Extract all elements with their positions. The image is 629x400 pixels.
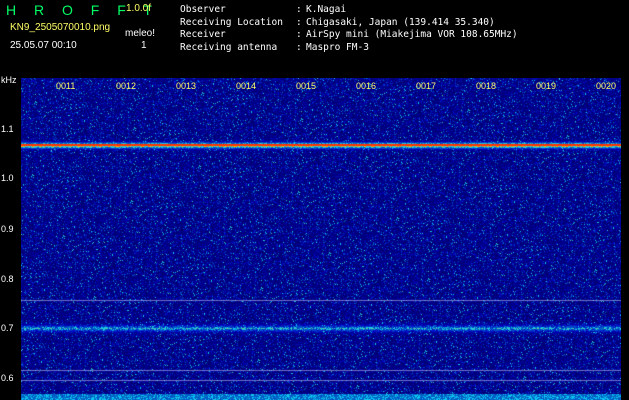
info-key: Receiver (180, 29, 226, 40)
time-tick: 0011 (56, 81, 76, 91)
info-colon: : (296, 29, 302, 40)
station-info: Observer: K.Nagai Receiving Location: Chig… (180, 4, 518, 54)
y-label: 1.0 (1, 173, 14, 183)
datetime-label: 25.05.07 00:10 (10, 40, 77, 51)
info-row-location: Receiving Location: Chigasaki, Japan (139… (180, 17, 518, 30)
info-colon: : (296, 4, 302, 15)
time-tick: 0020 (596, 81, 617, 91)
y-label: 0.8 (1, 274, 14, 284)
time-tick: 0014 (236, 81, 257, 91)
info-value: Maspro FM-3 (306, 41, 369, 53)
y-label: 1.1 (1, 124, 14, 134)
info-value: Chigasaki, Japan (139.414 35.340) (306, 16, 495, 28)
y-label: 0.6 (1, 373, 14, 383)
info-colon: : (296, 16, 302, 28)
time-tick: 0012 (116, 81, 137, 91)
time-tick: 0016 (356, 81, 377, 91)
spectrogram-canvas (21, 78, 621, 400)
y-label: 0.9 (1, 224, 14, 234)
time-tick: 0018 (476, 81, 497, 91)
time-tick: 0013 (176, 81, 197, 91)
app-version: 1.0.0f (126, 3, 152, 14)
y-label: 0.7 (1, 323, 14, 333)
info-key: Receiving Location (180, 16, 283, 28)
info-value: AirSpy mini (Miakejima VOR 108.65MHz) (306, 29, 518, 40)
image-filename: KN9_2505070010.png (10, 22, 111, 33)
info-value: K.Nagai (306, 4, 347, 15)
info-row-antenna: Receiving antenna: Maspro FM-3 (180, 42, 518, 55)
info-row-observer: Observer: K.Nagai (180, 4, 518, 17)
spectrogram-plot (21, 78, 621, 400)
info-colon: : (296, 41, 302, 53)
time-tick: 0015 (296, 81, 317, 91)
signal-label: meleo! (125, 28, 156, 39)
time-tick: 0017 (416, 81, 437, 91)
count-value: 1 (141, 40, 147, 51)
time-tick: 0019 (536, 81, 557, 91)
right-margin (621, 76, 629, 400)
info-key: Receiving antenna (180, 41, 278, 53)
y-axis-unit: kHz (1, 75, 17, 85)
info-row-receiver: Receiver: AirSpy mini (Miakejima VOR 108.… (180, 29, 518, 42)
info-key: Observer (180, 4, 226, 15)
